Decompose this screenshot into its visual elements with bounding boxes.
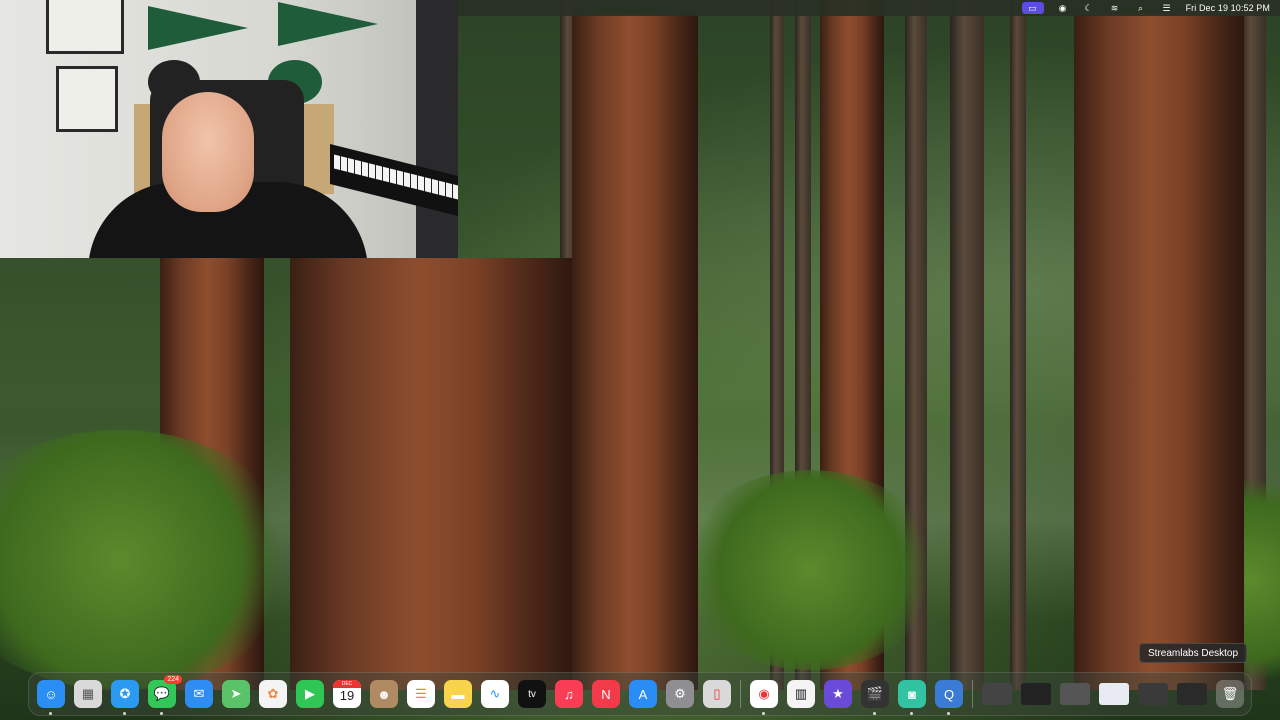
reminders-icon[interactable]: ☰ xyxy=(407,680,435,708)
menu-bar: ▭ ◉ ☾ ≋ ⌕ ☰ Fri Dec 19 10:52 PM xyxy=(458,0,1280,16)
tree-trunk xyxy=(1074,14,1244,690)
safari-icon[interactable]: ✪ xyxy=(111,680,139,715)
trash-icon[interactable]: 🗑 xyxy=(1216,680,1244,708)
music-icon[interactable]: ♫ xyxy=(555,680,583,708)
news-icon[interactable]: N xyxy=(592,680,620,708)
messages-badge: 224 xyxy=(164,675,182,684)
dock-tooltip: Streamlabs Desktop xyxy=(1139,643,1248,663)
settings-icon[interactable]: ⚙ xyxy=(666,680,694,708)
window-thumb-6[interactable] xyxy=(1177,683,1207,705)
apple-tv-label: tv xyxy=(528,688,536,700)
window-thumb-2[interactable] xyxy=(1021,683,1051,705)
streamlabs-icon[interactable]: ◙ xyxy=(898,680,926,715)
dock-separator xyxy=(740,680,741,708)
calendar-icon[interactable]: DEC 19 xyxy=(333,680,361,708)
iphone-mirroring-icon[interactable]: ▯ xyxy=(703,680,731,708)
webcam-doorway xyxy=(416,0,458,258)
tree-trunk xyxy=(572,14,698,690)
launchpad-icon[interactable]: ▦ xyxy=(74,680,102,708)
tree-trunk xyxy=(290,258,576,690)
webcam-overlay xyxy=(0,0,458,258)
contacts-icon[interactable]: ☻ xyxy=(370,680,398,708)
calendar-month: DEC xyxy=(333,680,361,688)
imovie-icon[interactable]: ★ xyxy=(824,680,852,708)
window-thumb-4[interactable] xyxy=(1099,683,1129,705)
screen-share-icon[interactable]: ▭ xyxy=(1021,2,1044,14)
control-center-icon[interactable]: ☰ xyxy=(1160,2,1174,14)
final-cut-icon[interactable]: 🎬 xyxy=(861,680,889,715)
pennant xyxy=(278,2,378,46)
apple-tv-icon[interactable]: tv xyxy=(518,680,546,708)
piano-icon[interactable]: ▥ xyxy=(787,680,815,708)
facetime-icon[interactable]: ▶ xyxy=(296,680,324,708)
quicktime-icon[interactable]: Q xyxy=(935,680,963,715)
window-thumb-5[interactable] xyxy=(1138,683,1168,705)
calendar-day: 19 xyxy=(339,688,355,703)
messages-icon[interactable]: 💬 224 xyxy=(148,675,182,715)
dock: ☺ ▦ ✪ 💬 224 ✉ ➤ ✿ ▶ DEC 19 ☻ ☰ ▬ ∿ tv ♫ N… xyxy=(28,672,1252,716)
window-thumb-1[interactable] xyxy=(982,683,1012,705)
finder-icon[interactable]: ☺ xyxy=(37,680,65,715)
photos-icon[interactable]: ✿ xyxy=(259,680,287,708)
wifi-icon[interactable]: ≋ xyxy=(1108,2,1122,14)
wall-frame xyxy=(46,0,124,54)
chrome-icon[interactable]: ◉ xyxy=(750,680,778,715)
streamer-head xyxy=(162,92,254,212)
maps-icon[interactable]: ➤ xyxy=(222,680,250,708)
notes-icon[interactable]: ▬ xyxy=(444,680,472,708)
wall-frame xyxy=(56,66,118,132)
focus-icon[interactable]: ◉ xyxy=(1056,2,1070,14)
tree-trunk xyxy=(1010,0,1026,690)
search-icon[interactable]: ⌕ xyxy=(1134,2,1148,14)
menu-bar-clock[interactable]: Fri Dec 19 10:52 PM xyxy=(1186,3,1270,13)
fern xyxy=(680,470,940,670)
window-thumb-3[interactable] xyxy=(1060,683,1090,705)
mail-icon[interactable]: ✉ xyxy=(185,680,213,708)
moon-icon[interactable]: ☾ xyxy=(1082,2,1096,14)
freeform-icon[interactable]: ∿ xyxy=(481,680,509,708)
tree-trunk xyxy=(950,0,984,690)
pennant xyxy=(148,6,248,50)
dock-separator xyxy=(972,680,973,708)
app-store-icon[interactable]: A xyxy=(629,680,657,708)
